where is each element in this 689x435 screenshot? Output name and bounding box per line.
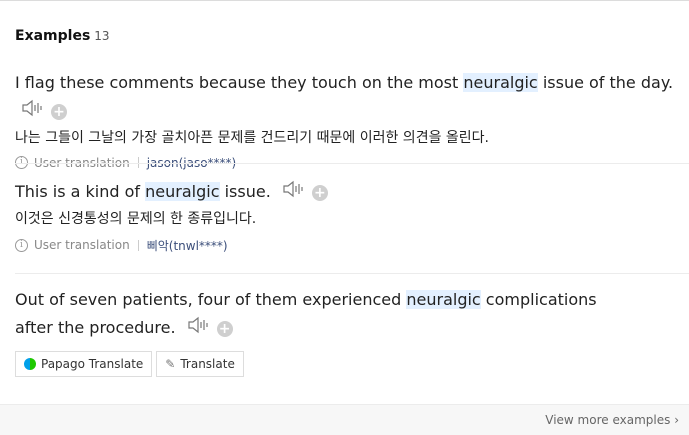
info-icon[interactable]: i	[15, 238, 28, 252]
user-link[interactable]: 삐악(tnwl****)	[147, 237, 228, 254]
translate-buttons: Papago Translate ✎ Translate	[15, 350, 639, 377]
divider	[137, 239, 139, 251]
example-translation: 이것은 신경통성의 문제의 한 종류입니다.	[15, 210, 257, 227]
examples-count: 13	[94, 29, 110, 43]
speaker-icon[interactable]	[187, 315, 211, 343]
keyword-highlight: neuralgic	[406, 290, 481, 309]
speaker-icon[interactable]	[21, 98, 45, 126]
translate-button[interactable]: ✎ Translate	[156, 350, 244, 377]
plus-icon[interactable]: +	[51, 103, 67, 120]
plus-icon[interactable]: +	[216, 320, 233, 337]
example-translation: 나는 그들이 그날의 가장 골치아픈 문제를 건드리기 때문에 이러한 의견을 …	[15, 129, 489, 146]
footer-bar: View more examples ›	[0, 404, 689, 435]
translation-source: i User translation 삐악(tnwl****)	[15, 237, 689, 254]
button-label: Translate	[180, 356, 235, 371]
more-label: View more examples	[545, 413, 671, 427]
sentence-text: issue.	[219, 182, 271, 201]
view-more-examples-link[interactable]: View more examples ›	[545, 413, 679, 427]
pencil-icon: ✎	[165, 356, 176, 371]
papago-translate-button[interactable]: Papago Translate	[15, 350, 153, 377]
top-border	[0, 0, 689, 1]
example-divider	[15, 163, 689, 164]
button-label: Papago Translate	[41, 356, 144, 371]
source-label: User translation	[34, 238, 130, 252]
chevron-right-icon: ›	[674, 413, 679, 427]
example-sentence: I flag these comments because they touch…	[15, 69, 689, 126]
example-item: This is a kind of neuralgic issue. + 이것은…	[15, 178, 689, 254]
keyword-highlight: neuralgic	[145, 182, 220, 201]
section-title: Examples	[15, 28, 91, 44]
example-item: I flag these comments because they touch…	[15, 69, 689, 170]
example-sentence: This is a kind of neuralgic issue. +	[15, 178, 689, 207]
example-sentence: Out of seven patients, four of them expe…	[15, 286, 639, 343]
papago-logo-icon	[24, 357, 36, 370]
sentence-text: I flag these comments because they touch…	[15, 73, 464, 92]
example-item: Out of seven patients, four of them expe…	[15, 286, 639, 377]
keyword-highlight: neuralgic	[463, 73, 538, 92]
speaker-icon[interactable]	[282, 179, 306, 207]
examples-header: Examples 13	[15, 28, 110, 44]
example-divider	[15, 273, 689, 274]
sentence-text: Out of seven patients, four of them expe…	[15, 290, 407, 309]
sentence-text: issue of the day.	[537, 73, 674, 92]
plus-icon[interactable]: +	[311, 184, 328, 201]
sentence-text: This is a kind of	[15, 182, 146, 201]
